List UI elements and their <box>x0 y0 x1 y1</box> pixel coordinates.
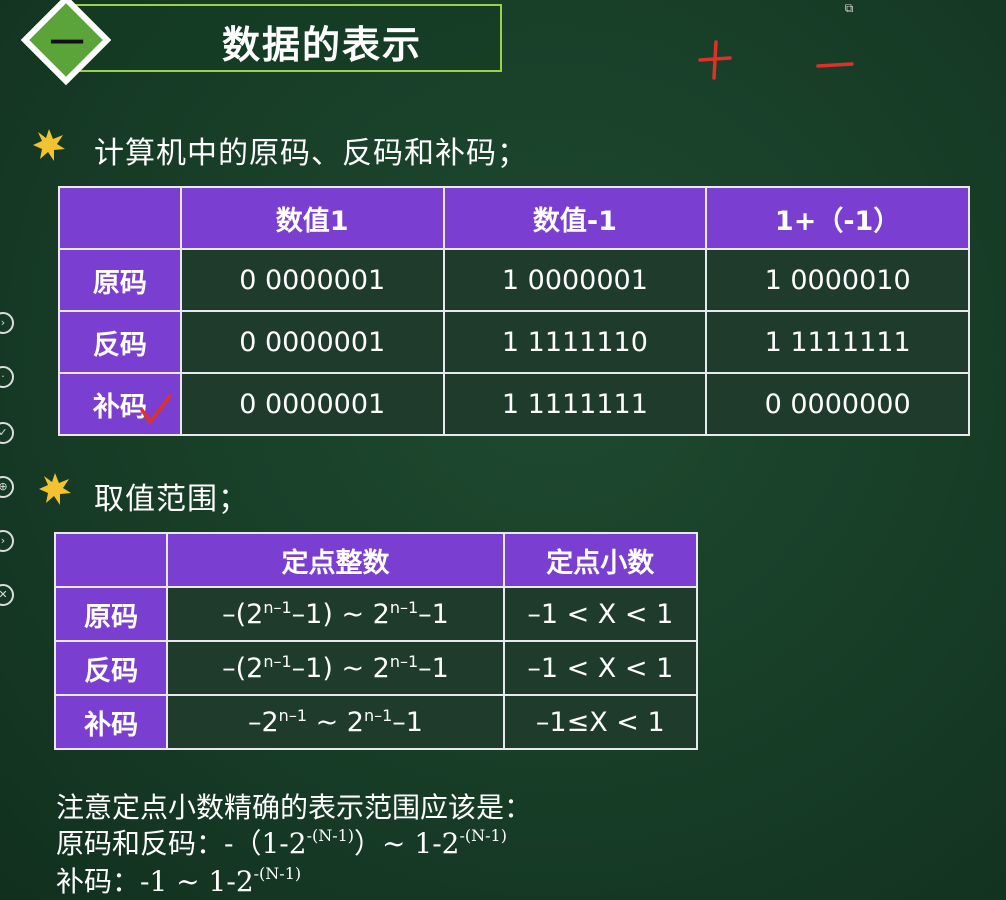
table-header-cell: 数值-1 <box>442 186 708 250</box>
row-label: 原码 <box>53 586 169 642</box>
handwritten-checkmark <box>140 394 172 424</box>
value-range-table: 定点整数 定点小数 原码 –(2n–1–1) ~ 2n–1–1 –1 < X <… <box>53 532 699 750</box>
table-row: 反码 0 0000001 1 1111110 1 1111111 <box>58 310 970 374</box>
note-line-3: 补码：-1 ~ 1-2-(N-1) <box>56 863 302 898</box>
encoding-table: 数值1 数值-1 1+（-1） 原码 0 0000001 1 0000001 1… <box>58 186 970 436</box>
table-header-cell: 定点小数 <box>502 532 699 588</box>
table-header-row: 定点整数 定点小数 <box>53 532 699 588</box>
table-cell: 0 0000001 <box>179 310 445 374</box>
fraction-range-cell: –1≤X < 1 <box>502 694 699 750</box>
star-bullet-icon <box>33 129 65 161</box>
row-label: 反码 <box>53 640 169 696</box>
handwritten-minus-mark <box>816 62 854 68</box>
row-label: 原码 <box>58 248 182 312</box>
fraction-range-cell: –1 < X < 1 <box>502 640 699 696</box>
handwritten-annotation <box>698 40 854 80</box>
table-header-cell: 1+（-1） <box>705 186 970 250</box>
table-header-cell: 定点整数 <box>166 532 505 588</box>
table-header-cell <box>58 186 182 250</box>
table-cell: 0 0000001 <box>179 248 445 312</box>
fraction-range-cell: –1 < X < 1 <box>502 586 699 642</box>
row-label: 补码 <box>53 694 169 750</box>
integer-range-cell: –(2n–1–1) ~ 2n–1–1 <box>166 586 505 642</box>
table-row: 原码 0 0000001 1 0000001 1 0000010 <box>58 248 970 312</box>
table-header-cell <box>53 532 169 588</box>
handwritten-plus-mark <box>698 40 732 80</box>
table-cell: 1 0000010 <box>705 248 970 312</box>
section-number: 一 <box>50 24 84 64</box>
table-cell: 1 1111110 <box>442 310 708 374</box>
section-number-badge: 一 <box>20 0 112 90</box>
note-line-1: 注意定点小数精确的表示范围应该是： <box>56 791 533 824</box>
page-title: 数据的表示 <box>222 23 423 67</box>
note-line-2: 原码和反码：-（1-2-(N-1)）~ 1-2-(N-1) <box>56 825 507 860</box>
star-bullet-icon <box>39 473 71 505</box>
table-row: 原码 –(2n–1–1) ~ 2n–1–1 –1 < X < 1 <box>53 586 699 642</box>
fullscreen-icon[interactable]: ⧉ <box>838 0 860 16</box>
section2-heading: 取值范围； <box>94 482 249 517</box>
row-label: 反码 <box>58 310 182 374</box>
table-row: 反码 –(2n–1–1) ~ 2n–1–1 –1 < X < 1 <box>53 640 699 696</box>
table-row: 补码 –2n–1 ~ 2n–1–1 –1≤X < 1 <box>53 694 699 750</box>
table-cell: 0 0000000 <box>705 372 970 436</box>
integer-range-cell: –(2n–1–1) ~ 2n–1–1 <box>166 640 505 696</box>
table-row: 补码 0 0000001 1 1111111 0 0000000 <box>58 372 970 436</box>
table-cell: 1 1111111 <box>442 372 708 436</box>
table-cell: 0 0000001 <box>179 372 445 436</box>
table-header-cell: 数值1 <box>179 186 445 250</box>
section1-heading: 计算机中的原码、反码和补码； <box>94 136 528 171</box>
table-cell: 1 1111111 <box>705 310 970 374</box>
integer-range-cell: –2n–1 ~ 2n–1–1 <box>166 694 505 750</box>
table-cell: 1 0000001 <box>442 248 708 312</box>
table-header-row: 数值1 数值-1 1+（-1） <box>58 186 970 250</box>
